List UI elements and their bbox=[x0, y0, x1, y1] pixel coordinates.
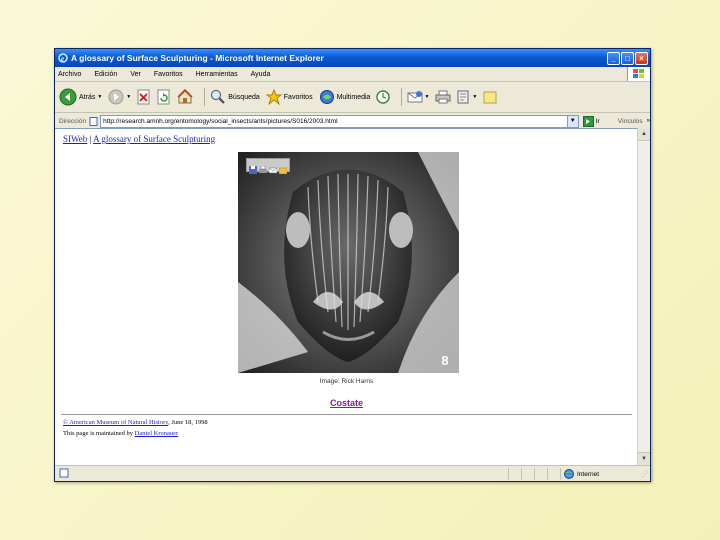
edit-button[interactable]: ▼ bbox=[457, 90, 477, 104]
search-label: Búsqueda bbox=[228, 93, 260, 101]
scroll-down-button[interactable]: ▼ bbox=[638, 452, 650, 465]
footer-date: , June 18, 1998 bbox=[168, 419, 208, 426]
image-toolbar bbox=[246, 158, 290, 175]
status-cell bbox=[535, 468, 548, 480]
star-icon bbox=[265, 89, 282, 105]
breadcrumb: SIWeb | A glossary of Surface Sculpturin… bbox=[63, 134, 215, 144]
address-dropdown[interactable]: ▼ bbox=[567, 114, 579, 128]
scroll-up-button[interactable]: ▲ bbox=[638, 128, 650, 141]
ant-head-photo: 8 bbox=[238, 152, 459, 373]
status-cell bbox=[548, 468, 561, 480]
image-number: 8 bbox=[441, 353, 448, 368]
page-content: SIWeb | A glossary of Surface Sculpturin… bbox=[55, 128, 638, 466]
status-cell bbox=[522, 468, 535, 480]
address-label: Dirección bbox=[59, 117, 87, 125]
menu-favoritos[interactable]: Favoritos bbox=[154, 71, 183, 78]
maintainer-link[interactable]: Daniel Kronauer bbox=[135, 430, 179, 437]
zone-indicator: Internet bbox=[561, 469, 642, 479]
menu-ver[interactable]: Ver bbox=[130, 71, 141, 78]
footer-maintainer: This page is maintained by Daniel Kronau… bbox=[63, 430, 178, 437]
title-bar[interactable]: e A glossary of Surface Sculpturing - Mi… bbox=[55, 49, 650, 67]
back-button[interactable]: Atrás ▼ bbox=[59, 88, 102, 106]
close-button[interactable]: × bbox=[635, 51, 648, 65]
edit-icon bbox=[457, 90, 469, 104]
favorites-button[interactable]: Favoritos bbox=[265, 89, 313, 105]
menu-ayuda[interactable]: Ayuda bbox=[251, 71, 271, 78]
toolbar-separator bbox=[204, 88, 206, 106]
printer-icon bbox=[435, 90, 451, 104]
address-input[interactable]: http://research.amnh.org/entomology/soci… bbox=[100, 114, 568, 128]
links-expand-icon[interactable]: » bbox=[647, 118, 650, 124]
term-link-costate[interactable]: Costate bbox=[55, 398, 638, 408]
status-cell bbox=[509, 468, 522, 480]
status-text bbox=[73, 468, 509, 480]
back-label: Atrás bbox=[79, 93, 96, 101]
menu-edicion[interactable]: Edición bbox=[94, 71, 117, 78]
multimedia-button[interactable]: Multimedia bbox=[319, 89, 371, 105]
svg-text:e: e bbox=[61, 55, 64, 63]
window-title: A glossary of Surface Sculpturing - Micr… bbox=[71, 53, 324, 63]
toolbar-separator bbox=[401, 88, 403, 106]
go-label: Ir bbox=[595, 117, 600, 125]
multimedia-label: Multimedia bbox=[336, 93, 371, 101]
glossary-link[interactable]: A glossary of Surface Sculpturing bbox=[93, 134, 215, 144]
refresh-icon bbox=[157, 89, 170, 105]
maintainer-prefix: This page is maintained by bbox=[63, 430, 135, 437]
vertical-scrollbar[interactable]: ▲ ▼ bbox=[637, 128, 650, 465]
go-button[interactable]: Ir bbox=[582, 115, 600, 127]
search-icon bbox=[211, 90, 225, 104]
print-button[interactable] bbox=[435, 90, 451, 104]
page-done-icon bbox=[59, 468, 69, 480]
links-button[interactable]: Vínculos bbox=[618, 118, 643, 125]
stop-icon bbox=[137, 89, 150, 105]
save-image-icon[interactable] bbox=[249, 161, 257, 174]
menu-herramientas[interactable]: Herramientas bbox=[196, 71, 238, 78]
forward-arrow-icon bbox=[108, 89, 124, 105]
stop-button[interactable] bbox=[137, 89, 151, 105]
print-image-icon[interactable] bbox=[259, 161, 267, 173]
mail-image-icon[interactable] bbox=[268, 161, 278, 174]
history-icon bbox=[376, 90, 391, 104]
messenger-button[interactable] bbox=[483, 90, 497, 104]
maximize-button[interactable]: □ bbox=[621, 51, 634, 65]
horizontal-rule bbox=[61, 414, 632, 415]
menu-archivo[interactable]: Archivo bbox=[58, 71, 81, 78]
resize-grip[interactable]: ⋰ bbox=[642, 471, 650, 478]
footer-copyright: © American Museum of Natural History, Ju… bbox=[63, 419, 208, 426]
siweb-link[interactable]: SIWeb bbox=[63, 134, 87, 144]
search-button[interactable]: Búsqueda bbox=[210, 89, 260, 105]
globe-icon bbox=[564, 469, 574, 479]
history-button[interactable] bbox=[376, 90, 391, 104]
back-arrow-icon bbox=[59, 88, 77, 106]
menu-bar: Archivo Edición Ver Favoritos Herramient… bbox=[55, 67, 650, 82]
image-credit: Image: Rick Harris bbox=[319, 378, 374, 385]
forward-button[interactable]: ▼ bbox=[108, 89, 131, 105]
home-icon bbox=[177, 89, 193, 104]
media-icon bbox=[319, 90, 334, 104]
refresh-button[interactable] bbox=[157, 89, 171, 105]
zone-label: Internet bbox=[577, 470, 600, 478]
amnh-link[interactable]: © American Museum of Natural History bbox=[63, 419, 168, 426]
home-button[interactable] bbox=[177, 89, 193, 105]
browser-window: e A glossary of Surface Sculpturing - Mi… bbox=[54, 48, 651, 482]
windows-flag-icon bbox=[627, 67, 650, 81]
mail-icon bbox=[407, 91, 423, 103]
folder-note-icon bbox=[483, 91, 497, 104]
minimize-button[interactable]: _ bbox=[607, 51, 620, 65]
standard-toolbar: Atrás ▼ ▼ Búsqueda Favoritos Multimedia bbox=[55, 82, 650, 113]
page-icon bbox=[89, 116, 98, 126]
folder-image-icon[interactable] bbox=[278, 161, 288, 175]
mail-button[interactable]: ▼ bbox=[407, 90, 429, 104]
go-arrow-icon bbox=[582, 115, 594, 127]
favorites-label: Favoritos bbox=[283, 93, 313, 101]
status-bar: Internet ⋰ bbox=[55, 465, 650, 481]
ant-head-image: 8 bbox=[238, 152, 459, 373]
ie-logo-icon: e bbox=[58, 53, 68, 63]
